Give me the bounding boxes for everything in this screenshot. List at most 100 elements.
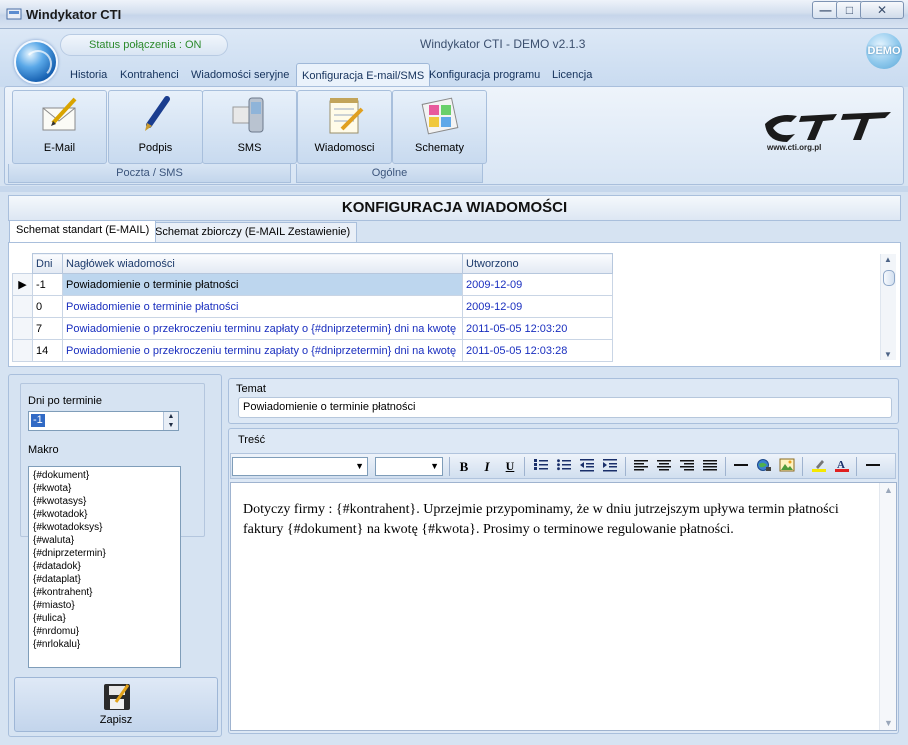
scroll-up-icon[interactable]: ▲	[884, 485, 893, 495]
scroll-thumb[interactable]	[883, 270, 895, 286]
list-item[interactable]: {#kwotasys}	[33, 495, 180, 508]
insert-link-globe-icon[interactable]	[755, 458, 773, 475]
wiadomosci-button[interactable]: Wiadomosci	[297, 90, 392, 164]
cell-dni[interactable]: 7	[32, 317, 63, 340]
list-item[interactable]: {#kontrahent}	[33, 586, 180, 599]
italic-button[interactable]: I	[478, 458, 496, 475]
app-title: Windykator CTI - DEMO v2.1.3	[420, 37, 586, 51]
horizontal-line-icon[interactable]	[864, 458, 882, 475]
list-item[interactable]: {#nrlokalu}	[33, 638, 180, 651]
dni-value[interactable]: -1	[31, 414, 45, 427]
tab-wiadomosci-seryjne[interactable]: Wiadomości seryjne	[186, 63, 294, 87]
bold-button[interactable]: B	[455, 458, 473, 475]
scroll-down-icon[interactable]: ▼	[884, 718, 893, 728]
list-item[interactable]: {#nrdomu}	[33, 625, 180, 638]
sms-button[interactable]: SMS	[202, 90, 297, 164]
cell-utworzono[interactable]: 2009-12-09	[462, 273, 613, 296]
cell-dni[interactable]: 14	[32, 339, 63, 362]
tab-konfiguracja-programu[interactable]: Konfiguracja programu	[424, 63, 545, 87]
connection-status: Status połączenia : ON	[60, 34, 228, 56]
tab-licencja[interactable]: Licencja	[547, 63, 597, 87]
message-body-editor[interactable]: Dotyczy firmy : {#kontrahent}. Uprzejmie…	[230, 482, 897, 731]
cell-utworzono[interactable]: 2011-05-05 12:03:28	[462, 339, 613, 362]
list-item[interactable]: {#kwotadok}	[33, 508, 180, 521]
email-button[interactable]: E-Mail	[12, 90, 107, 164]
tab-konfiguracja-email-sms[interactable]: Konfiguracja E-mail/SMS	[296, 63, 431, 87]
list-item[interactable]: {#dokument}	[33, 469, 180, 482]
cell-naglowek[interactable]: Powiadomienie o terminie płatności	[62, 273, 463, 296]
save-label: Zapisz	[99, 714, 133, 726]
table-row[interactable]: 7 Powiadomienie o przekroczeniu terminu …	[12, 317, 613, 340]
tab-kontrahenci[interactable]: Kontrahenci	[115, 63, 184, 87]
numbered-list-icon[interactable]	[532, 458, 550, 475]
font-family-select[interactable]: ▼	[232, 457, 368, 476]
align-center-icon[interactable]	[655, 458, 673, 475]
indent-icon[interactable]	[601, 458, 619, 475]
subtab-schemat-zbiorczy[interactable]: Schemat zbiorczy (E-MAIL Zestawienie)	[148, 222, 358, 242]
cell-naglowek[interactable]: Powiadomienie o przekroczeniu terminu za…	[62, 339, 463, 362]
scroll-up-icon[interactable]: ▲	[884, 255, 892, 264]
editor-scrollbar[interactable]: ▲ ▼	[879, 483, 896, 730]
toolbar-separator	[625, 457, 626, 476]
cell-utworzono[interactable]: 2011-05-05 12:03:20	[462, 317, 613, 340]
podpis-button[interactable]: Podpis	[108, 90, 203, 164]
insert-image-icon[interactable]	[778, 458, 796, 475]
page-heading: KONFIGURACJA WIADOMOŚCI	[8, 195, 901, 221]
dni-stepper[interactable]: -1 ▲ ▼	[28, 411, 179, 431]
underline-button[interactable]: U	[501, 458, 519, 475]
messages-grid: Dni Nagłówek wiadomości Utworzono ▶ -1 P…	[12, 253, 613, 362]
current-row-arrow-icon: ▶	[12, 273, 33, 296]
makro-list[interactable]: {#dokument} {#kwota} {#kwotasys} {#kwota…	[28, 466, 181, 668]
cell-naglowek[interactable]: Powiadomienie o przekroczeniu terminu za…	[62, 317, 463, 340]
wiadomosci-label: Wiadomosci	[314, 142, 375, 154]
align-justify-icon[interactable]	[701, 458, 719, 475]
table-row[interactable]: 0 Powiadomienie o terminie płatności 200…	[12, 295, 613, 318]
save-button[interactable]: Zapisz	[14, 677, 218, 732]
schematy-button[interactable]: Schematy	[392, 90, 487, 164]
chevron-down-icon[interactable]: ▼	[430, 461, 439, 471]
list-item[interactable]: {#waluta}	[33, 534, 180, 547]
list-item[interactable]: {#miasto}	[33, 599, 180, 612]
column-header-dni[interactable]: Dni	[32, 253, 63, 274]
bullet-list-icon[interactable]	[555, 458, 573, 475]
makro-label: Makro	[28, 444, 59, 456]
column-header-naglowek[interactable]: Nagłówek wiadomości	[62, 253, 463, 274]
list-item[interactable]: {#kwotadoksys}	[33, 521, 180, 534]
list-item[interactable]: {#datadok}	[33, 560, 180, 573]
grid-scrollbar[interactable]: ▲ ▼	[880, 254, 896, 360]
align-left-icon[interactable]	[632, 458, 650, 475]
minimize-button[interactable]: —	[812, 1, 839, 19]
list-item[interactable]: {#dniprzetermin}	[33, 547, 180, 560]
stepper-arrows-icon[interactable]: ▲ ▼	[163, 412, 178, 430]
app-menu-globe-icon[interactable]	[14, 40, 58, 84]
cell-utworzono[interactable]: 2009-12-09	[462, 295, 613, 318]
list-item[interactable]: {#ulica}	[33, 612, 180, 625]
font-size-select[interactable]: ▼	[375, 457, 443, 476]
cell-naglowek[interactable]: Powiadomienie o terminie płatności	[62, 295, 463, 318]
align-right-icon[interactable]	[678, 458, 696, 475]
chevron-down-icon[interactable]: ▼	[355, 461, 364, 471]
scroll-down-icon[interactable]: ▼	[884, 350, 892, 359]
temat-field[interactable]: Powiadomienie o terminie płatności	[238, 397, 892, 418]
tab-historia[interactable]: Historia	[65, 63, 112, 87]
group-poczta-sms: Poczta / SMS	[8, 164, 291, 183]
close-button[interactable]: ✕	[860, 1, 904, 19]
table-row[interactable]: 14 Powiadomienie o przekroczeniu terminu…	[12, 339, 613, 362]
maximize-button[interactable]: □	[836, 1, 863, 19]
subtab-schemat-standart[interactable]: Schemat standart (E-MAIL)	[9, 220, 157, 242]
cell-dni[interactable]: -1	[32, 273, 63, 296]
font-color-icon[interactable]: A	[833, 458, 851, 475]
cell-dni[interactable]: 0	[32, 295, 63, 318]
horizontal-rule-icon[interactable]	[732, 458, 750, 475]
window-title: Windykator CTI	[26, 7, 122, 22]
table-row[interactable]: ▶ -1 Powiadomienie o terminie płatności …	[12, 273, 613, 296]
column-header-utworzono[interactable]: Utworzono	[462, 253, 613, 274]
highlight-color-icon[interactable]	[810, 458, 828, 475]
outdent-icon[interactable]	[578, 458, 596, 475]
list-item[interactable]: {#dataplat}	[33, 573, 180, 586]
toolbar-separator	[856, 457, 857, 476]
row-header	[12, 339, 33, 362]
list-item[interactable]: {#kwota}	[33, 482, 180, 495]
message-body-text[interactable]: Dotyczy firmy : {#kontrahent}. Uprzejmie…	[243, 500, 863, 540]
row-header	[12, 317, 33, 340]
